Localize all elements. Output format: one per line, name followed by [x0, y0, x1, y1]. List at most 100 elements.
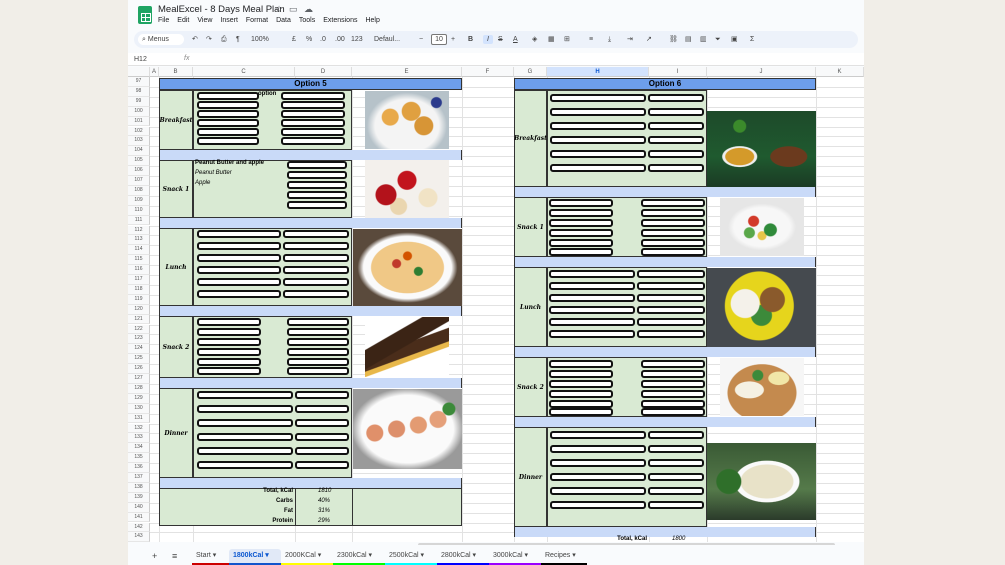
- menu-file[interactable]: File: [158, 17, 169, 24]
- text-rotation-icon[interactable]: ↗: [646, 35, 652, 44]
- snack2-bar-photo[interactable]: [365, 317, 449, 377]
- row-header[interactable]: 109: [128, 195, 150, 206]
- sheet-grid[interactable]: A B C D E F G H I J K 97 98 99 100 101 102 103…: [128, 67, 864, 542]
- text-color-button[interactable]: A: [513, 35, 518, 44]
- row-header[interactable]: 138: [128, 482, 150, 493]
- tab-1800kcal[interactable]: 1800kCal ▾: [229, 549, 281, 565]
- row-header[interactable]: 116: [128, 265, 150, 275]
- option6-snack2-label[interactable]: Snack 2: [514, 357, 547, 417]
- snack1-item-2[interactable]: Apple: [195, 180, 210, 186]
- column-header-b[interactable]: B: [159, 67, 193, 77]
- menu-extensions[interactable]: Extensions: [323, 17, 357, 24]
- row-header[interactable]: 132: [128, 423, 150, 434]
- column-header-d[interactable]: D: [295, 67, 352, 77]
- font-size-input[interactable]: 10: [431, 34, 447, 45]
- row-header[interactable]: 130: [128, 403, 150, 414]
- option6-header[interactable]: Option 6: [514, 78, 816, 90]
- snack1-item-1[interactable]: Peanut Butter: [195, 170, 232, 176]
- insert-link-icon[interactable]: ⛓: [669, 35, 678, 44]
- row-header[interactable]: 110: [128, 205, 150, 216]
- column-header-i[interactable]: I: [649, 67, 707, 77]
- column-header-a[interactable]: A: [150, 67, 159, 77]
- row-header[interactable]: 99: [128, 96, 150, 107]
- document-title[interactable]: MealExcel - 8 Days Meal Plan: [158, 4, 285, 15]
- option6-lunch-label[interactable]: Lunch: [514, 267, 547, 347]
- undo-icon[interactable]: ↶: [192, 35, 198, 44]
- row-header[interactable]: 128: [128, 383, 150, 394]
- option5-snack1-label[interactable]: Snack 1: [159, 160, 193, 218]
- row-header[interactable]: 106: [128, 166, 150, 176]
- row-header[interactable]: 143: [128, 532, 150, 542]
- filter-views-icon[interactable]: ▣: [731, 35, 738, 44]
- snack1-apple-photo[interactable]: [365, 160, 449, 218]
- row-header[interactable]: 117: [128, 275, 150, 285]
- redo-icon[interactable]: ↷: [206, 35, 212, 44]
- move-folder-icon[interactable]: ▭: [289, 4, 298, 15]
- increase-font-size-icon[interactable]: +: [451, 35, 455, 44]
- menu-help[interactable]: Help: [365, 17, 379, 24]
- tab-2800kcal[interactable]: 2800kCal ▾: [437, 549, 489, 565]
- row-header[interactable]: 141: [128, 512, 150, 523]
- number-format-button[interactable]: 123: [351, 35, 363, 44]
- zoom-select[interactable]: 100%: [251, 35, 269, 44]
- column-header-j[interactable]: J: [707, 67, 816, 77]
- option5-dinner-label[interactable]: Dinner: [159, 388, 193, 478]
- row-header[interactable]: 133: [128, 433, 150, 444]
- currency-button[interactable]: £: [292, 35, 296, 44]
- row-header[interactable]: 101: [128, 116, 150, 127]
- menu-data[interactable]: Data: [276, 17, 291, 24]
- row-header[interactable]: 100: [128, 106, 150, 117]
- row-header[interactable]: 136: [128, 463, 150, 473]
- font-select[interactable]: Defaul...: [374, 35, 400, 44]
- row-header[interactable]: 120: [128, 304, 150, 315]
- bold-button[interactable]: B: [468, 35, 473, 44]
- menus-search[interactable]: ⌕ Menus: [138, 34, 184, 45]
- row-header[interactable]: 135: [128, 453, 150, 464]
- column-header-f[interactable]: F: [462, 67, 514, 77]
- borders-icon[interactable]: ▦: [548, 35, 555, 44]
- column-header-e[interactable]: E: [352, 67, 462, 77]
- row-header[interactable]: 114: [128, 245, 150, 256]
- protein-value[interactable]: 29%: [318, 518, 330, 524]
- fat-value[interactable]: 31%: [318, 508, 330, 514]
- align-icon[interactable]: ≡: [589, 35, 593, 44]
- decrease-font-size-icon[interactable]: −: [419, 35, 423, 44]
- column-header-h[interactable]: H: [547, 67, 649, 77]
- row-header[interactable]: 108: [128, 185, 150, 196]
- lunch-plate-photo[interactable]: [707, 268, 816, 347]
- option5-snack2-label[interactable]: Snack 2: [159, 316, 193, 378]
- star-icon[interactable]: ☆: [275, 4, 283, 15]
- strikethrough-button[interactable]: S: [498, 35, 503, 44]
- row-header[interactable]: 121: [128, 314, 150, 325]
- row-header[interactable]: 104: [128, 146, 150, 157]
- column-header-g[interactable]: G: [514, 67, 547, 77]
- row-header[interactable]: 142: [128, 522, 150, 533]
- option6-dinner-label[interactable]: Dinner: [514, 427, 547, 527]
- option5-breakfast-label[interactable]: Breakfast: [159, 90, 193, 150]
- snack2-cheese-pear-photo[interactable]: [720, 358, 804, 416]
- functions-button[interactable]: Σ: [750, 35, 754, 44]
- menu-insert[interactable]: Insert: [220, 17, 238, 24]
- row-header[interactable]: 126: [128, 364, 150, 374]
- vertical-align-icon[interactable]: ⤓: [608, 35, 611, 44]
- row-header[interactable]: 112: [128, 225, 150, 236]
- row-header[interactable]: 113: [128, 235, 150, 246]
- row-header[interactable]: 107: [128, 176, 150, 186]
- insert-chart-icon[interactable]: ▥: [700, 35, 707, 44]
- row-header[interactable]: 127: [128, 374, 150, 384]
- row-header[interactable]: 124: [128, 344, 150, 355]
- tab-2000kcal[interactable]: 2000KCal ▾: [281, 549, 333, 565]
- tab-3000kcal[interactable]: 3000kCal ▾: [489, 549, 541, 565]
- column-header-c[interactable]: C: [193, 67, 295, 77]
- decrease-decimal-button[interactable]: .0: [320, 35, 326, 44]
- sheets-logo-icon[interactable]: [138, 6, 152, 24]
- row-header[interactable]: 140: [128, 502, 150, 513]
- row-header[interactable]: 122: [128, 324, 150, 335]
- paint-format-icon[interactable]: ¶: [236, 35, 240, 44]
- text-wrap-icon[interactable]: ⇥: [627, 35, 633, 44]
- lunch-casserole-photo[interactable]: [353, 229, 462, 306]
- row-header[interactable]: 137: [128, 473, 150, 483]
- row-header[interactable]: 111: [128, 215, 150, 226]
- snack1-title[interactable]: Peanut Butter and apple: [195, 160, 264, 166]
- row-header[interactable]: 115: [128, 255, 150, 266]
